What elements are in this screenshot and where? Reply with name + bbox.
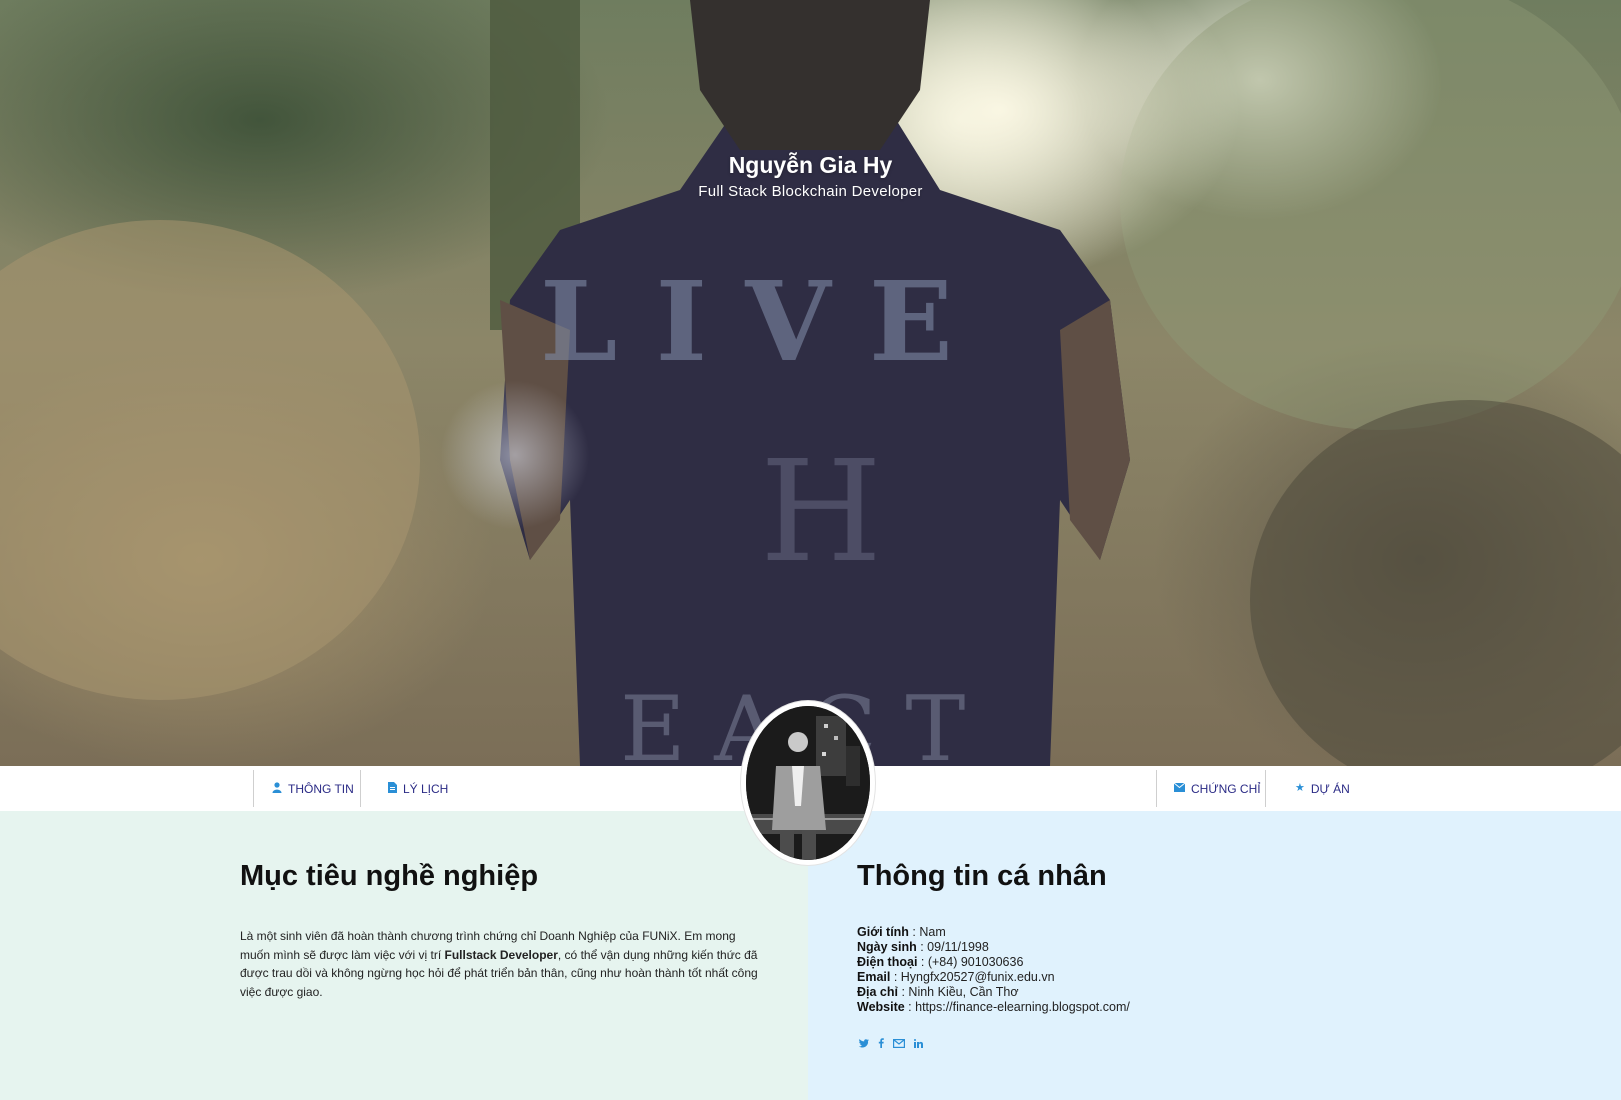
nav-label: DỰ ÁN [1310, 781, 1350, 796]
nav-divider [1265, 770, 1266, 807]
info-row-birthday: Ngày sinh : 09/11/1998 [857, 940, 1130, 955]
info-separator: : [890, 970, 901, 984]
info-value: (+84) 901030636 [927, 955, 1024, 969]
star-icon: ★ [1295, 782, 1305, 794]
info-separator: : [917, 955, 928, 969]
personal-info-list: Giới tính : Nam Ngày sinh : 09/11/1998 Đ… [857, 925, 1130, 1015]
info-separator: : [908, 925, 920, 939]
nav-label: THÔNG TIN [288, 781, 354, 796]
info-value: 09/11/1998 [927, 940, 989, 954]
svg-text:H: H [760, 431, 882, 594]
info-label: Email [857, 970, 891, 984]
info-separator: : [898, 985, 909, 999]
info-value: Nam [919, 925, 946, 939]
lens-flare [440, 380, 590, 530]
nav-item-chung-chi[interactable]: CHỨNG CHỈ [1160, 770, 1275, 807]
profile-role: Full Stack Blockchain Developer [698, 183, 923, 200]
info-separator: : [904, 1000, 916, 1014]
facebook-icon[interactable] [878, 1038, 884, 1051]
social-links [858, 1038, 923, 1051]
user-icon [272, 781, 282, 796]
info-value: Hyngfx20527@funix.edu.vn [900, 970, 1055, 984]
nav-label: CHỨNG CHỈ [1191, 781, 1261, 796]
envelope-icon [1173, 782, 1186, 795]
nav-divider [1156, 770, 1157, 807]
nav-divider [360, 770, 361, 807]
nav-item-ly-lich[interactable]: LÝ LỊCH [374, 770, 462, 807]
info-row-address: Địa chỉ : Ninh Kiều, Cần Thơ [857, 985, 1130, 1000]
career-objective-title: Mục tiêu nghề nghiệp [240, 860, 539, 892]
nav-divider [253, 770, 254, 807]
info-label: Điện thoại [857, 955, 918, 969]
profile-name: Nguyễn Gia Hy [728, 152, 893, 178]
nav-item-du-an[interactable]: ★ DỰ ÁN [1281, 770, 1364, 807]
info-value: Ninh Kiều, Cần Thơ [908, 985, 1019, 999]
mail-icon[interactable] [893, 1038, 906, 1051]
info-separator: : [916, 940, 928, 954]
info-label: Giới tính [857, 925, 909, 939]
career-objective-text: Là một sinh viên đã hoàn thành chương tr… [240, 927, 762, 1001]
info-label: Địa chỉ [857, 985, 898, 999]
info-row-gender: Giới tính : Nam [857, 925, 1130, 940]
personal-info-title: Thông tin cá nhân [857, 860, 1107, 892]
objective-highlight: Fullstack Developer [444, 947, 558, 962]
document-icon [388, 781, 397, 796]
hero-banner: L I V E H E A C T Nguyễn Gia Hy Full Sta… [0, 0, 1621, 766]
info-row-website: Website : https://finance-elearning.blog… [857, 1000, 1130, 1015]
avatar [741, 701, 875, 865]
nav-label: LÝ LỊCH [403, 781, 449, 796]
twitter-icon[interactable] [858, 1038, 869, 1051]
info-label: Ngày sinh [857, 940, 917, 954]
profile-photo [746, 706, 870, 860]
svg-text:L I V E: L I V E [540, 257, 953, 386]
info-label: Website [857, 1000, 905, 1014]
info-value[interactable]: https://finance-elearning.blogspot.com/ [915, 1000, 1130, 1014]
linkedin-icon[interactable] [914, 1038, 923, 1051]
nav-item-thong-tin[interactable]: THÔNG TIN [258, 770, 368, 807]
info-row-email: Email : Hyngfx20527@funix.edu.vn [857, 970, 1130, 985]
info-row-phone: Điện thoại : (+84) 901030636 [857, 955, 1130, 970]
hero-background-photo: L I V E H E A C T [0, 0, 1621, 766]
